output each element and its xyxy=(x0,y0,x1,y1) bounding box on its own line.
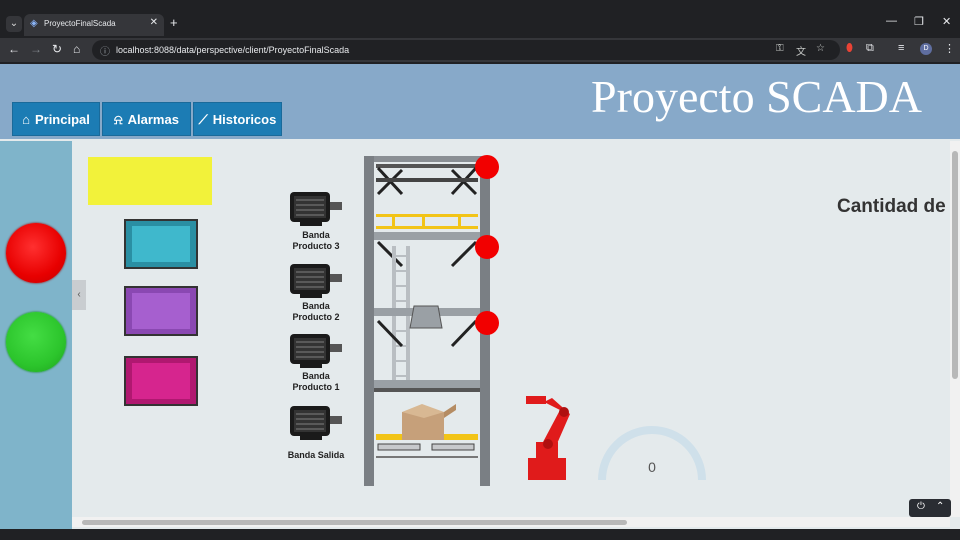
extensions-icon[interactable]: ⧉ xyxy=(866,42,874,55)
url-text[interactable]: localhost:8088/data/perspective/client/P… xyxy=(116,45,349,55)
reload-icon[interactable]: ↻ xyxy=(52,42,62,56)
page-header: Proyecto SCADA ⌂ Principal ⍾ Alarmas ⟋ Hist… xyxy=(0,64,960,139)
browser-toolbar: ← → ↻ ⌂ ⓘ localhost:8088/data/perspectiv… xyxy=(0,38,960,62)
motor-icon[interactable] xyxy=(288,402,344,442)
reading-list-icon[interactable]: ≡ xyxy=(898,42,904,54)
profile-avatar[interactable]: D xyxy=(920,43,932,55)
back-icon[interactable]: ← xyxy=(8,42,20,56)
horizontal-scroll-thumb[interactable] xyxy=(82,520,627,525)
motor-label-producto3: Banda Producto 3 xyxy=(292,230,340,251)
trend-icon: ⟋ xyxy=(198,112,208,127)
tab-bar: ⌄ ◈ ProyectoFinalScada ✕ + — ❐ ✕ xyxy=(0,12,960,36)
browser-tab[interactable]: ◈ ProyectoFinalScada ✕ xyxy=(24,14,164,36)
storage-rack xyxy=(364,156,490,486)
translate-icon[interactable]: 文 xyxy=(796,43,806,58)
address-bar[interactable]: ⓘ localhost:8088/data/perspective/client… xyxy=(92,40,840,60)
forward-icon[interactable]: → xyxy=(30,42,42,56)
vertical-scrollbar[interactable] xyxy=(950,141,960,517)
restore-icon[interactable]: ❐ xyxy=(914,15,924,28)
control-sidebar xyxy=(0,141,72,529)
nav-alarmas-button[interactable]: ⍾ Alarmas xyxy=(102,102,191,136)
gauge-value: 0 xyxy=(648,459,656,475)
chevron-up-icon[interactable]: ⌃ xyxy=(936,501,944,512)
motor-label-producto2: Banda Producto 2 xyxy=(292,301,340,322)
perspective-icon: ◈ xyxy=(30,18,38,29)
start-button[interactable] xyxy=(6,312,66,372)
status-indicator-yellow xyxy=(88,157,212,205)
counter-gauge xyxy=(598,426,706,481)
vertical-scroll-thumb[interactable] xyxy=(952,151,958,379)
nav-principal-label: Principal xyxy=(34,112,90,127)
site-info-icon[interactable]: ⓘ xyxy=(100,43,110,58)
horizontal-scrollbar[interactable] xyxy=(72,517,950,527)
robot-arm-icon xyxy=(526,396,570,480)
minimize-icon[interactable]: — xyxy=(886,15,897,27)
nav-alarmas-label: Alarmas xyxy=(127,112,179,127)
cantidad-label: Cantidad de xyxy=(837,196,946,217)
close-window-icon[interactable]: ✕ xyxy=(942,15,951,28)
page-title: Proyecto SCADA xyxy=(591,71,922,122)
tab-search-icon[interactable]: ⌄ xyxy=(6,16,22,32)
sensor-indicator xyxy=(475,155,499,179)
sensor-indicator xyxy=(475,311,499,335)
scada-page: Proyecto SCADA ⌂ Principal ⍾ Alarmas ⟋ Hist… xyxy=(0,64,960,529)
new-tab-icon[interactable]: + xyxy=(170,15,178,30)
product-box-purple[interactable] xyxy=(124,286,198,336)
close-tab-icon[interactable]: ✕ xyxy=(150,17,158,28)
home-browser-icon[interactable]: ⌂ xyxy=(73,42,80,56)
motor-icon[interactable] xyxy=(288,188,344,228)
sensor-indicator xyxy=(475,235,499,259)
browser-window: ⌄ ◈ ProyectoFinalScada ✕ + — ❐ ✕ ← → ↻ ⌂… xyxy=(0,0,960,540)
nav-principal-button[interactable]: ⌂ Principal xyxy=(12,102,100,136)
motor-label-producto1: Banda Producto 1 xyxy=(292,371,340,392)
bookmark-star-icon[interactable]: ☆ xyxy=(816,43,825,54)
stop-button[interactable] xyxy=(6,223,66,283)
collapse-sidebar-icon[interactable]: ‹ xyxy=(72,280,86,310)
extension-shield-icon[interactable]: ⬮ xyxy=(846,42,853,55)
motor-icon[interactable] xyxy=(288,330,344,370)
key-icon[interactable]: ⚿ xyxy=(776,43,784,54)
product-box-magenta[interactable] xyxy=(124,356,198,406)
power-icon[interactable]: ⏻ xyxy=(917,501,925,512)
product-box-cyan[interactable] xyxy=(124,219,198,269)
motor-icon[interactable] xyxy=(288,260,344,300)
motor-label-salida: Banda Salida xyxy=(287,450,345,460)
perspective-dock[interactable]: ⏻ ⌃ xyxy=(909,499,951,517)
nav-historicos-button[interactable]: ⟋ Historicos xyxy=(193,102,282,136)
home-icon: ⌂ xyxy=(22,112,30,127)
menu-icon[interactable]: ⋮ xyxy=(944,42,955,55)
tab-title: ProyectoFinalScada xyxy=(44,19,116,28)
nav-historicos-label: Historicos xyxy=(212,112,277,127)
bell-icon: ⍾ xyxy=(114,112,123,127)
